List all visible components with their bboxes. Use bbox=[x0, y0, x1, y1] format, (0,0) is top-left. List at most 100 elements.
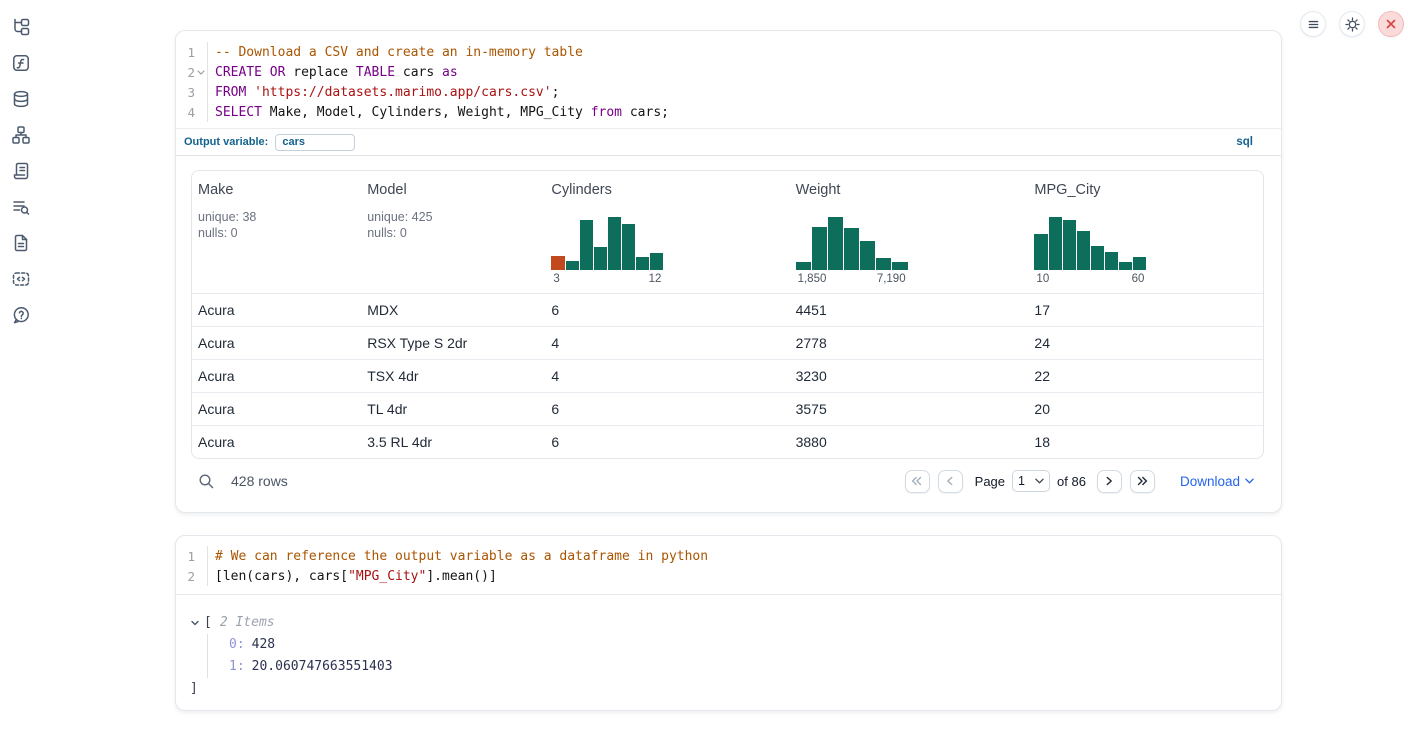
sidebar-documentation-button[interactable] bbox=[10, 232, 32, 254]
histogram-mpg-city: 10 60 bbox=[1034, 217, 1146, 285]
histogram-bar[interactable] bbox=[1034, 234, 1047, 270]
histogram-bar[interactable] bbox=[580, 220, 593, 270]
column-header-model[interactable]: Model unique: 425 nulls: 0 bbox=[361, 171, 545, 293]
database-icon bbox=[12, 90, 30, 108]
sidebar-logs-button[interactable] bbox=[10, 196, 32, 218]
search-icon[interactable] bbox=[198, 473, 215, 490]
list-value: 428 bbox=[252, 637, 275, 652]
list-index: 1: bbox=[229, 659, 245, 674]
histogram-bar[interactable] bbox=[892, 262, 907, 270]
python-code-editor[interactable]: 1 # We can reference the output variable… bbox=[176, 536, 1281, 595]
histogram-cylinders: 3 12 bbox=[551, 217, 663, 285]
table-footer: 428 rows Page 1 of 86 bbox=[191, 459, 1264, 503]
last-page-button[interactable] bbox=[1130, 470, 1155, 493]
histogram-bar[interactable] bbox=[860, 241, 875, 270]
collapse-chevron-icon[interactable] bbox=[190, 618, 200, 628]
histogram-bar[interactable] bbox=[566, 261, 579, 270]
sql-string: 'https://datasets.marimo.app/cars.csv' bbox=[254, 85, 551, 100]
histogram-bar[interactable] bbox=[828, 217, 843, 270]
histogram-bar[interactable] bbox=[1049, 217, 1062, 270]
pagination: Page 1 of 86 Download bbox=[905, 470, 1264, 493]
sidebar-variables-button[interactable] bbox=[10, 52, 32, 74]
histogram-bar[interactable] bbox=[844, 228, 859, 270]
fold-chevron-icon[interactable] bbox=[195, 70, 207, 75]
close-bracket: ] bbox=[190, 681, 198, 696]
first-page-button[interactable] bbox=[905, 470, 930, 493]
hist-max-label: 12 bbox=[649, 273, 662, 285]
close-icon bbox=[1382, 15, 1400, 33]
hist-min-label: 1,850 bbox=[798, 273, 827, 285]
sidebar-snippets-button[interactable] bbox=[10, 268, 32, 290]
table-row[interactable]: Acura MDX 6 4451 17 bbox=[192, 293, 1263, 326]
histogram-bar[interactable] bbox=[1119, 262, 1132, 270]
table-row[interactable]: Acura RSX Type S 2dr 4 2778 24 bbox=[192, 326, 1263, 359]
histogram-bar[interactable] bbox=[622, 224, 635, 270]
hist-max-label: 60 bbox=[1132, 273, 1145, 285]
sidebar-datasources-button[interactable] bbox=[10, 88, 32, 110]
column-stats: unique: 425 nulls: 0 bbox=[367, 209, 537, 241]
python-comment: # We can reference the output variable a… bbox=[215, 549, 708, 564]
histogram-bar[interactable] bbox=[1091, 246, 1104, 270]
python-cell: 1 # We can reference the output variable… bbox=[175, 535, 1282, 711]
chevron-left-icon bbox=[943, 474, 957, 488]
chevrons-right-icon bbox=[1135, 474, 1149, 488]
python-string: "MPG_City" bbox=[348, 569, 426, 584]
table-row[interactable]: Acura TL 4dr 6 3575 20 bbox=[192, 392, 1263, 425]
hist-max-label: 7,190 bbox=[877, 273, 906, 285]
sidebar-scratchpad-button[interactable] bbox=[10, 160, 32, 182]
next-page-button[interactable] bbox=[1097, 470, 1122, 493]
download-button[interactable]: Download bbox=[1174, 473, 1260, 490]
sidebar-file-explorer-button[interactable] bbox=[10, 16, 32, 38]
histogram-bar[interactable] bbox=[1077, 231, 1090, 270]
line-number: 2 bbox=[176, 569, 195, 584]
shutdown-button[interactable] bbox=[1378, 11, 1404, 37]
sidebar-help-button[interactable] bbox=[10, 304, 32, 326]
table-row[interactable]: Acura 3.5 RL 4dr 6 3880 18 bbox=[192, 425, 1263, 458]
text-search-icon bbox=[12, 198, 30, 216]
scroll-text-icon bbox=[12, 162, 30, 180]
histogram-bar[interactable] bbox=[812, 227, 827, 270]
page-label: Page bbox=[975, 474, 1005, 489]
list-entries: 0:428 1:20.060747663551403 bbox=[207, 634, 1281, 678]
column-title: Cylinders bbox=[551, 182, 781, 198]
table-header-row: Make unique: 38 nulls: 0 Model unique: 4… bbox=[192, 171, 1263, 293]
histogram-bar[interactable] bbox=[551, 256, 564, 270]
code-line: 1 # We can reference the output variable… bbox=[176, 546, 1281, 566]
histogram-bar[interactable] bbox=[876, 258, 891, 270]
file-text-icon bbox=[12, 234, 30, 252]
network-icon bbox=[12, 126, 30, 144]
histogram-bar[interactable] bbox=[1133, 257, 1146, 270]
histogram-bar[interactable] bbox=[636, 257, 649, 270]
column-header-weight[interactable]: Weight 1,850 7,19 bbox=[790, 171, 1029, 293]
chevrons-left-icon bbox=[910, 474, 924, 488]
hist-min-label: 10 bbox=[1036, 273, 1049, 285]
sql-code-editor[interactable]: 1 -- Download a CSV and create an in-mem… bbox=[176, 31, 1281, 128]
code-line: 2 [len(cars), cars["MPG_City"].mean()] bbox=[176, 566, 1281, 586]
hist-min-label: 3 bbox=[553, 273, 559, 285]
page-select[interactable]: 1 bbox=[1012, 470, 1050, 492]
settings-button[interactable] bbox=[1339, 11, 1365, 37]
output-variable-input[interactable] bbox=[275, 134, 355, 151]
column-header-make[interactable]: Make unique: 38 nulls: 0 bbox=[192, 171, 361, 293]
data-table: Make unique: 38 nulls: 0 Model unique: 4… bbox=[191, 170, 1264, 459]
sql-comment: -- Download a CSV and create an in-memor… bbox=[215, 45, 583, 60]
column-header-cylinders[interactable]: Cylinders 3 bbox=[545, 171, 789, 293]
column-header-mpg-city[interactable]: MPG_City 10 bbox=[1028, 171, 1263, 293]
line-number: 1 bbox=[176, 549, 195, 564]
sql-cell: 1 -- Download a CSV and create an in-mem… bbox=[175, 30, 1282, 513]
histogram-bar[interactable] bbox=[796, 262, 811, 270]
histogram-bar[interactable] bbox=[594, 247, 607, 270]
histogram-bar[interactable] bbox=[1105, 252, 1118, 270]
histogram-bar[interactable] bbox=[608, 217, 621, 270]
list-item: 1:20.060747663551403 bbox=[229, 656, 1281, 678]
histogram-bar[interactable] bbox=[1063, 220, 1076, 270]
sidebar-dependencies-button[interactable] bbox=[10, 124, 32, 146]
prev-page-button[interactable] bbox=[938, 470, 963, 493]
line-number: 3 bbox=[176, 85, 195, 100]
chevron-down-icon bbox=[1245, 478, 1254, 484]
table-row[interactable]: Acura TSX 4dr 4 3230 22 bbox=[192, 359, 1263, 392]
histogram-bar[interactable] bbox=[650, 253, 663, 270]
open-bracket: [ bbox=[204, 612, 212, 634]
column-title: Model bbox=[367, 182, 537, 198]
menu-button[interactable] bbox=[1300, 11, 1326, 37]
